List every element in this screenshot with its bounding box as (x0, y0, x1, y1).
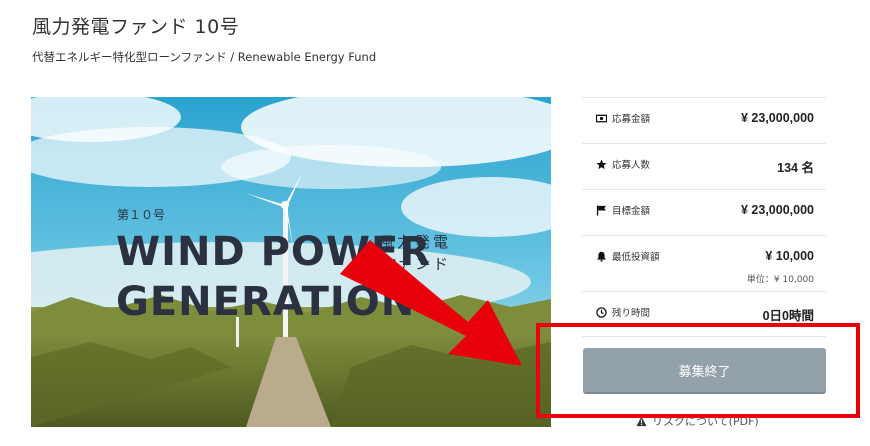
stat-label: 最低投資額 (612, 252, 660, 263)
stat-label: 目標金額 (612, 206, 651, 217)
stat-value: 134 名 (777, 161, 814, 175)
stat-subvalue: 単位：¥ 10,000 (746, 275, 814, 285)
stat-row-applicants: 応募人数 134 名 (582, 143, 826, 189)
stat-row-applied-amount: 応募金額 ¥ 23,000,000 (582, 97, 826, 143)
stat-value: ¥ 23,000,000 (741, 203, 814, 217)
page-title: 風力発電ファンド 10号 (32, 16, 240, 38)
star-icon (596, 158, 607, 170)
money-icon (596, 113, 607, 124)
stat-value: ¥ 10,000 (765, 249, 814, 263)
stat-row-min-investment: 最低投資額 ¥ 10,000 単位：¥ 10,000 (582, 235, 826, 291)
highlight-box-annotation (536, 323, 860, 418)
stat-row-target-amount: 目標金額 ¥ 23,000,000 (582, 189, 826, 235)
clock-icon (596, 306, 607, 318)
issue-label: 第１０号 (117, 208, 165, 222)
stat-label: 応募金額 (612, 114, 651, 125)
page-subtitle: 代替エネルギー特化型ローンファンド / Renewable Energy Fun… (32, 50, 377, 64)
stat-label: 残り時間 (612, 308, 651, 319)
stat-value: 0日0時間 (762, 309, 814, 323)
bell-icon (596, 251, 607, 262)
stat-value: ¥ 23,000,000 (741, 111, 814, 125)
stat-label: 応募人数 (612, 160, 651, 171)
fund-stats-panel: 応募金額 ¥ 23,000,000 応募人数 134 名 目標金額 ¥ 23,0… (582, 97, 826, 337)
red-arrow-annotation (340, 240, 522, 366)
flag-icon (596, 204, 607, 216)
